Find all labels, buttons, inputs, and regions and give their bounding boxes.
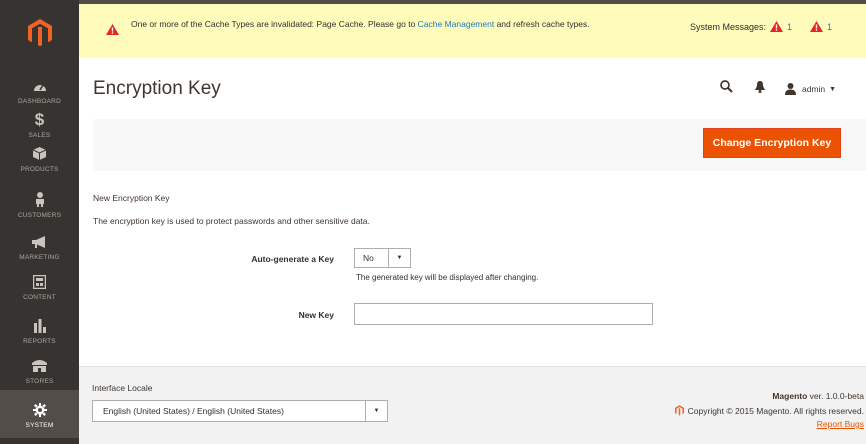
warning-icon: [106, 22, 119, 40]
system-message-bar: One or more of the Cache Types are inval…: [79, 0, 866, 58]
cube-icon: [33, 144, 46, 164]
sidebar-item-label: PRODUCTS: [20, 165, 59, 173]
interface-locale-label: Interface Locale: [92, 383, 153, 393]
user-icon: [785, 83, 796, 95]
magento-logo-icon: [27, 19, 52, 47]
critical-warning-icon: [770, 21, 784, 32]
version-text: ver. 1.0.0-beta: [807, 391, 864, 401]
admin-user-menu[interactable]: admin ▼: [785, 83, 836, 95]
sidebar-item-stores[interactable]: STORES: [0, 346, 79, 394]
report-bugs-link[interactable]: Report Bugs: [817, 419, 864, 429]
page-actions-bar: Change Encryption Key: [93, 119, 866, 171]
major-count[interactable]: 1: [827, 22, 832, 32]
new-key-input[interactable]: [354, 303, 653, 325]
auto-generate-key-select[interactable]: No ▼: [354, 248, 411, 268]
auto-generate-key-note: The generated key will be displayed afte…: [356, 273, 539, 282]
search-icon[interactable]: [720, 80, 733, 98]
magento-logo-icon: [674, 405, 684, 416]
message-text-prefix: One or more of the Cache Types are inval…: [131, 19, 418, 29]
page-title: Encryption Key: [93, 78, 221, 99]
fieldset-title: New Encryption Key: [93, 193, 170, 203]
sidebar-item-label: CUSTOMERS: [17, 211, 62, 219]
interface-locale-select[interactable]: English (United States) / English (Unite…: [92, 400, 388, 422]
person-icon: [35, 190, 45, 210]
admin-sidebar: DASHBOARD $ SALES PRODUCTS CUSTOMERS MAR…: [0, 0, 79, 444]
dashboard-icon: [33, 76, 47, 96]
dollar-icon: $: [34, 109, 45, 129]
auto-generate-key-label: Auto-generate a Key: [251, 254, 334, 264]
system-messages-label: System Messages:: [690, 21, 767, 32]
magento-brand: Magento: [772, 391, 808, 401]
magento-version: Magento ver. 1.0.0-beta: [772, 391, 864, 401]
notifications-bell-icon[interactable]: [755, 80, 765, 98]
page-footer: Interface Locale English (United States)…: [79, 366, 866, 444]
system-messages-summary[interactable]: System Messages: 1 1: [690, 21, 832, 32]
auto-generate-key-value: No: [363, 253, 374, 263]
megaphone-icon: [32, 232, 47, 252]
critical-count[interactable]: 1: [787, 22, 792, 32]
interface-locale-value: English (United States) / English (Unite…: [103, 406, 284, 416]
system-message-text: One or more of the Cache Types are inval…: [131, 18, 631, 31]
message-text-suffix: and refresh cache types.: [494, 19, 590, 29]
magento-logo[interactable]: [0, 0, 79, 66]
sidebar-item-label: STORES: [25, 377, 54, 385]
copyright: Copyright © 2015 Magento. All rights res…: [674, 405, 864, 416]
bar-chart-icon: [33, 316, 46, 336]
sidebar-item-products[interactable]: PRODUCTS: [0, 134, 79, 182]
major-warning-icon: [810, 21, 824, 32]
content-icon: [33, 272, 46, 292]
store-icon: [32, 356, 47, 376]
sidebar-item-content[interactable]: CONTENT: [0, 262, 79, 310]
chevron-down-icon: ▼: [365, 401, 387, 421]
fieldset-description: The encryption key is used to protect pa…: [93, 216, 370, 226]
sidebar-item-label: SYSTEM: [25, 421, 54, 429]
copyright-text: Copyright © 2015 Magento. All rights res…: [687, 405, 864, 416]
new-key-label: New Key: [298, 310, 334, 320]
sidebar-item-customers[interactable]: CUSTOMERS: [0, 180, 79, 228]
cache-management-link[interactable]: Cache Management: [418, 19, 495, 29]
sidebar-item-system[interactable]: SYSTEM: [0, 390, 79, 438]
sidebar-item-label: CONTENT: [23, 293, 56, 301]
chevron-down-icon: ▼: [829, 85, 837, 93]
sidebar-item-label: MARKETING: [19, 253, 60, 261]
header-actions: admin ▼: [720, 80, 836, 98]
admin-username: admin: [802, 84, 826, 94]
chevron-down-icon: ▼: [388, 249, 410, 267]
gear-icon: [32, 400, 47, 420]
sidebar-item-label: REPORTS: [23, 337, 56, 345]
change-encryption-key-button[interactable]: Change Encryption Key: [703, 128, 841, 158]
